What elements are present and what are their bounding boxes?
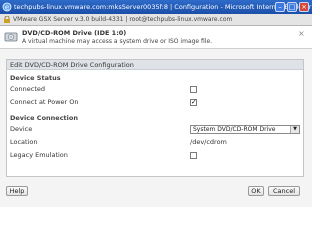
close-window-button[interactable]: × <box>299 2 309 12</box>
device-title: DVD/CD-ROM Drive (IDE 1:0) <box>22 29 127 37</box>
device-select[interactable]: System DVD/CD-ROM Drive ▼ <box>190 125 300 134</box>
help-button[interactable]: Help <box>6 186 28 196</box>
svg-text:e: e <box>5 4 9 12</box>
connected-checkbox[interactable] <box>190 86 197 93</box>
panel-title: Edit DVD/CD-ROM Drive Configuration <box>7 60 303 70</box>
status-bar: VMware GSX Server v.3.0 build-4331 | roo… <box>0 14 312 26</box>
close-icon[interactable]: × <box>298 30 306 38</box>
window-title: techpubs-linux.vmware.com:mksServer0035f… <box>14 3 312 11</box>
cancel-button[interactable]: Cancel <box>268 186 300 196</box>
connect-at-power-on-checkbox[interactable]: ✓ <box>190 99 197 106</box>
device-status-heading: Device Status <box>10 74 61 82</box>
device-header: DVD/CD-ROM Drive (IDE 1:0) A virtual mac… <box>0 26 312 49</box>
location-value: /dev/cdrom <box>190 138 227 146</box>
browser-icon: e <box>2 2 12 12</box>
maximize-button[interactable]: □ <box>287 2 297 12</box>
lock-icon <box>4 16 10 23</box>
ok-button[interactable]: OK <box>248 186 264 196</box>
device-description: A virtual machine may access a system dr… <box>22 38 213 45</box>
configuration-window: e techpubs-linux.vmware.com:mksServer003… <box>0 0 312 207</box>
legacy-emulation-checkbox[interactable] <box>190 152 197 159</box>
chevron-down-icon[interactable]: ▼ <box>290 126 299 133</box>
title-bar: e techpubs-linux.vmware.com:mksServer003… <box>0 0 312 14</box>
config-panel: Edit DVD/CD-ROM Drive Configuration Devi… <box>6 59 304 177</box>
device-select-value: System DVD/CD-ROM Drive <box>193 126 276 133</box>
cdrom-icon <box>4 32 18 42</box>
device-label: Device <box>10 125 33 133</box>
server-info: VMware GSX Server v.3.0 build-4331 | roo… <box>13 16 233 23</box>
minimize-button[interactable]: – <box>275 2 285 12</box>
connected-label: Connected <box>10 85 46 93</box>
connect-at-power-on-label: Connect at Power On <box>10 98 79 106</box>
legacy-emulation-label: Legacy Emulation <box>10 151 68 159</box>
location-label: Location <box>10 138 38 146</box>
device-connection-heading: Device Connection <box>10 114 78 122</box>
